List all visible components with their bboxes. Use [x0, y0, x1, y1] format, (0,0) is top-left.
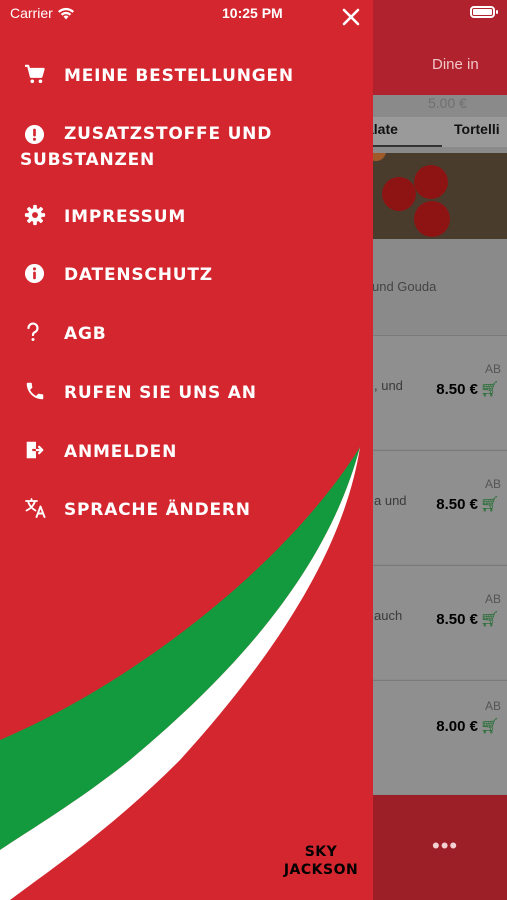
info-icon [24, 262, 52, 284]
cart-icon: 🛒︎ [479, 718, 499, 735]
cart-icon [24, 63, 52, 85]
order-mode-label[interactable]: Dine in [432, 56, 479, 73]
menu-item-sprache-aendern[interactable]: SPRACHE ÄNDERN [24, 497, 251, 523]
side-drawer: Carrier 10:25 PM MEINE BESTELLUNGEN ZUSA… [0, 0, 373, 900]
cart-icon: 🛒︎ [479, 496, 499, 513]
phone-icon [24, 380, 52, 402]
translate-icon [24, 497, 52, 519]
list-item[interactable]: auch AB 8.50 € 🛒︎ [372, 565, 507, 679]
menu-item-meine-bestellungen[interactable]: MEINE BESTELLUNGEN [24, 63, 294, 89]
menu-item-impressum[interactable]: IMPRESSUM [24, 204, 186, 230]
cart-icon: 🛒︎ [479, 381, 499, 398]
close-icon [342, 8, 360, 26]
menu-item-agb[interactable]: AGB [24, 321, 106, 347]
menu-item-anmelden[interactable]: ANMELDEN [24, 439, 177, 465]
tab-tortellini[interactable]: Tortelli [454, 121, 500, 137]
cart-icon: 🛒︎ [479, 611, 499, 628]
tab-salate[interactable]: alate [372, 121, 398, 137]
list-item[interactable]: , und AB 8.50 € 🛒︎ [372, 335, 507, 449]
login-icon [24, 439, 52, 461]
category-tabs: alate Tortelli [372, 117, 507, 147]
more-button[interactable]: ••• [432, 833, 458, 859]
bottom-bar: ••• [372, 795, 507, 900]
list-item[interactable]: a und AB 8.50 € 🛒︎ [372, 450, 507, 564]
menu-list: 5.00 € alate Tortelli und Gouda , und AB… [372, 95, 507, 795]
top-price: 5.00 € [428, 95, 467, 111]
featured-description: und Gouda [372, 279, 437, 294]
status-carrier: Carrier [10, 5, 75, 21]
close-button[interactable] [338, 4, 364, 30]
menu-item-datenschutz[interactable]: DATENSCHUTZ [24, 262, 213, 288]
menu-item-zusatzstoffe[interactable]: ZUSATZSTOFFE UND SUBSTANZEN [20, 121, 272, 173]
alert-icon [24, 123, 52, 145]
gear-icon [24, 204, 52, 226]
brand-logo: SKY JACKSON [283, 844, 359, 878]
menu-item-rufen-sie-uns-an[interactable]: RUFEN SIE UNS AN [24, 380, 257, 406]
battery-icon [470, 6, 498, 18]
status-time: 10:25 PM [222, 5, 283, 21]
list-item[interactable]: AB 8.00 € 🛒︎ [372, 680, 507, 794]
active-tab-indicator [372, 145, 442, 147]
question-icon [24, 321, 52, 343]
category-image [372, 153, 507, 239]
wifi-icon [57, 7, 74, 19]
